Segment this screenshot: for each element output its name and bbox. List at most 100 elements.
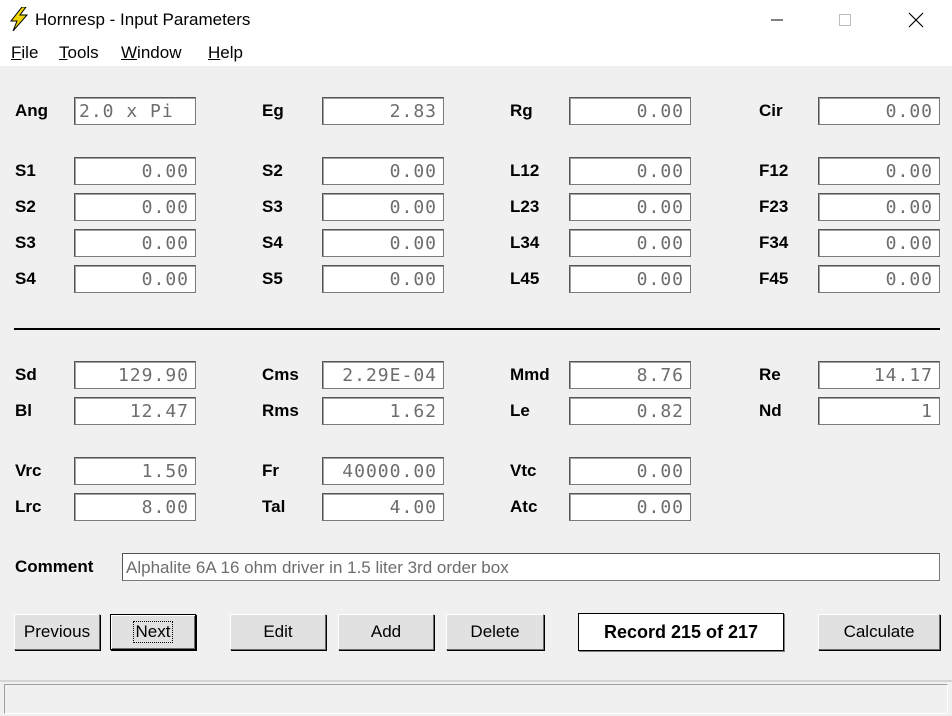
- field-l45[interactable]: 0.00: [569, 265, 691, 293]
- field-cir[interactable]: 0.00: [818, 97, 940, 125]
- label-l45: L45: [510, 269, 540, 288]
- field-vrc[interactable]: 1.50: [74, 457, 196, 485]
- field-s1[interactable]: 0.00: [74, 157, 196, 185]
- label-l34: L34: [510, 233, 540, 252]
- label-nd: Nd: [759, 401, 782, 420]
- field-fr[interactable]: 40000.00: [322, 457, 444, 485]
- field-vtc[interactable]: 0.00: [569, 457, 691, 485]
- label-rms: Rms: [262, 401, 299, 420]
- field-f45[interactable]: 0.00: [818, 265, 940, 293]
- comment-field[interactable]: Alphalite 6A 16 ohm driver in 1.5 liter …: [122, 553, 940, 581]
- field-sd[interactable]: 129.90: [74, 361, 196, 389]
- label-fr: Fr: [262, 461, 279, 480]
- label-s2: S2: [262, 161, 283, 180]
- label-eg: Eg: [262, 101, 284, 120]
- field-tal[interactable]: 4.00: [322, 493, 444, 521]
- label-cms: Cms: [262, 365, 299, 384]
- delete-button[interactable]: Delete: [446, 614, 544, 650]
- field-s2-row3[interactable]: 0.00: [74, 193, 196, 221]
- field-s3-row4[interactable]: 0.00: [74, 229, 196, 257]
- add-button[interactable]: Add: [338, 614, 434, 650]
- field-s4-row5[interactable]: 0.00: [74, 265, 196, 293]
- edit-button[interactable]: Edit: [230, 614, 326, 650]
- lightning-bolt-icon: [9, 7, 29, 31]
- previous-button[interactable]: Previous: [14, 614, 100, 650]
- field-bl[interactable]: 12.47: [74, 397, 196, 425]
- field-f34[interactable]: 0.00: [818, 229, 940, 257]
- field-le[interactable]: 0.82: [569, 397, 691, 425]
- status-divider: [0, 680, 952, 682]
- label-re: Re: [759, 365, 781, 384]
- field-rms[interactable]: 1.62: [322, 397, 444, 425]
- field-mmd[interactable]: 8.76: [569, 361, 691, 389]
- label-vtc: Vtc: [510, 461, 537, 480]
- input-parameters-panel: Ang 2.0 x Pi Eg 2.83 Rg 0.00 Cir 0.00 S1…: [0, 66, 952, 716]
- delete-button-label: Delete: [470, 622, 520, 641]
- field-nd[interactable]: 1: [818, 397, 940, 425]
- title-bar: Hornresp - Input Parameters: [0, 0, 952, 40]
- field-l12[interactable]: 0.00: [569, 157, 691, 185]
- field-lrc[interactable]: 8.00: [74, 493, 196, 521]
- label-s2-row3: S2: [15, 197, 36, 216]
- label-s4: S4: [262, 233, 283, 252]
- label-f12: F12: [759, 161, 789, 180]
- calculate-button[interactable]: Calculate: [818, 614, 940, 650]
- label-le: Le: [510, 401, 530, 420]
- menu-window[interactable]: Window: [121, 43, 181, 63]
- menu-file[interactable]: File: [11, 43, 38, 63]
- add-button-label: Add: [370, 622, 402, 641]
- field-s5[interactable]: 0.00: [322, 265, 444, 293]
- menu-help[interactable]: Help: [208, 43, 243, 63]
- field-s3[interactable]: 0.00: [322, 193, 444, 221]
- field-l34[interactable]: 0.00: [569, 229, 691, 257]
- label-bl: Bl: [15, 401, 32, 420]
- label-cir: Cir: [759, 101, 783, 120]
- label-vrc: Vrc: [15, 461, 42, 480]
- label-sd: Sd: [15, 365, 37, 384]
- field-s2[interactable]: 0.00: [322, 157, 444, 185]
- maximize-icon: [839, 14, 851, 26]
- calculate-button-label: Calculate: [843, 622, 915, 641]
- field-cms[interactable]: 2.29E-04: [322, 361, 444, 389]
- field-eg[interactable]: 2.83: [322, 97, 444, 125]
- field-f12[interactable]: 0.00: [818, 157, 940, 185]
- next-button-label: Next: [132, 621, 174, 643]
- status-bar: [4, 684, 948, 714]
- label-tal: Tal: [262, 497, 286, 516]
- window-title: Hornresp - Input Parameters: [35, 10, 251, 29]
- label-s5: S5: [262, 269, 283, 288]
- label-f34: F34: [759, 233, 789, 252]
- label-s3: S3: [262, 197, 283, 216]
- record-indicator: Record 215 of 217: [578, 613, 784, 651]
- field-s4[interactable]: 0.00: [322, 229, 444, 257]
- minimize-button[interactable]: [754, 0, 800, 40]
- label-ang: Ang: [15, 101, 49, 120]
- menu-bar: File Tools Window Help: [0, 40, 952, 66]
- maximize-button[interactable]: [822, 0, 868, 40]
- separator-line: [14, 328, 940, 330]
- label-mmd: Mmd: [510, 365, 550, 384]
- menu-tools[interactable]: Tools: [59, 43, 99, 63]
- next-button[interactable]: Next: [110, 614, 196, 650]
- field-re[interactable]: 14.17: [818, 361, 940, 389]
- field-atc[interactable]: 0.00: [569, 493, 691, 521]
- field-rg[interactable]: 0.00: [569, 97, 691, 125]
- minimize-icon: [771, 19, 783, 21]
- field-ang[interactable]: 2.0 x Pi: [74, 97, 196, 125]
- edit-button-label: Edit: [263, 622, 293, 641]
- label-l23: L23: [510, 197, 540, 216]
- label-s4-row5: S4: [15, 269, 36, 288]
- close-icon: [908, 12, 924, 28]
- label-f23: F23: [759, 197, 789, 216]
- field-f23[interactable]: 0.00: [818, 193, 940, 221]
- label-l12: L12: [510, 161, 540, 180]
- label-s3-row4: S3: [15, 233, 36, 252]
- label-f45: F45: [759, 269, 789, 288]
- label-atc: Atc: [510, 497, 538, 516]
- close-button[interactable]: [893, 0, 939, 40]
- label-s1: S1: [15, 161, 36, 180]
- previous-button-label: Previous: [23, 622, 91, 641]
- comment-label: Comment: [15, 557, 94, 576]
- field-l23[interactable]: 0.00: [569, 193, 691, 221]
- label-lrc: Lrc: [15, 497, 42, 516]
